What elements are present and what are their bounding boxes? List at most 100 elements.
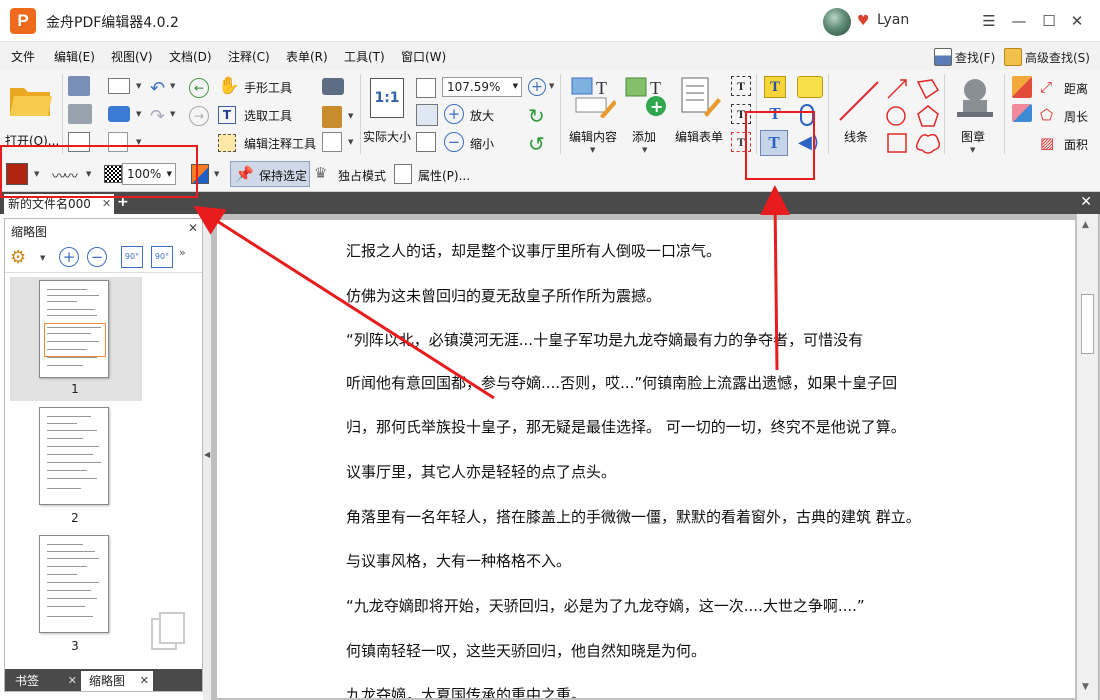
page-thumbnail-3[interactable]	[39, 535, 109, 633]
rotate-right-icon[interactable]: ↻	[528, 104, 545, 128]
actual-size-label: 实际大小	[363, 130, 412, 144]
svg-text:+: +	[650, 97, 663, 116]
panel-close-icon[interactable]: ✕	[188, 221, 198, 235]
paragraph: 与议事风格，大有一种格格不入。	[346, 552, 572, 570]
find-icon	[934, 48, 952, 66]
page-thumbnail-1[interactable]	[39, 280, 109, 378]
zoom-out-icon: −	[444, 132, 464, 152]
menu-window[interactable]: 窗口(W)	[401, 48, 446, 65]
keep-selected-button[interactable]: 📌 保持选定	[230, 161, 310, 187]
bookmarks-tab[interactable]: 书签 ✕	[7, 671, 81, 691]
zoom-combobox[interactable]: 107.59% ▼	[442, 77, 522, 97]
menu-annotation[interactable]: 注释(C)	[228, 48, 270, 65]
gear-icon[interactable]: ⚙	[10, 247, 26, 268]
open-button[interactable]: 打开(O)...	[4, 76, 59, 154]
maximize-button[interactable]: ☐	[1036, 8, 1062, 34]
distance-icon: ⤢	[1040, 78, 1053, 96]
scrollbar-thumb[interactable]	[1081, 294, 1094, 354]
actual-size-button[interactable]: 1:1 实际大小	[363, 76, 414, 154]
edit-form-icon	[681, 77, 721, 117]
edit-form-label: 编辑表单	[675, 130, 724, 144]
email-icon[interactable]	[108, 78, 130, 94]
add-icon: T +	[625, 77, 666, 116]
menu-document[interactable]: 文档(D)	[169, 48, 212, 65]
page-thumbnail-2[interactable]	[39, 407, 109, 505]
close-button[interactable]: ✕	[1064, 8, 1090, 34]
clipboard-icon[interactable]	[322, 106, 342, 128]
lines-label: 线条	[844, 130, 869, 144]
rotate-left-icon[interactable]: ↺	[528, 132, 545, 156]
bookmarks-tab-label: 书签	[15, 674, 40, 688]
zoom-in-small-icon[interactable]: +	[528, 78, 546, 96]
vip-heart-icon: ♥	[857, 13, 870, 29]
username[interactable]: Lyan	[877, 12, 909, 28]
stamp-button[interactable]: 图章 ▼	[948, 76, 1002, 154]
folder-open-icon	[10, 88, 52, 116]
redo-icon[interactable]: ↷	[150, 106, 165, 127]
page-watermark-icon	[151, 612, 185, 650]
scroll-down-icon[interactable]: ▼	[1082, 682, 1089, 692]
zoom-out-label: 缩小	[470, 137, 495, 151]
back-icon[interactable]: ←	[189, 78, 209, 98]
vertical-scrollbar[interactable]: ▲ ▼	[1077, 214, 1098, 700]
edit-form-button[interactable]: 编辑表单	[672, 76, 728, 154]
rotate-counterclockwise-icon[interactable]: 90°	[121, 246, 143, 268]
menu-form[interactable]: 表单(R)	[286, 48, 328, 65]
thumbnail-view-frame[interactable]	[44, 323, 106, 357]
stamp-icon	[957, 79, 993, 117]
find-label: 查找(F)	[955, 50, 996, 65]
menu-edit[interactable]: 编辑(E)	[54, 48, 95, 65]
print-icon[interactable]	[68, 104, 92, 124]
fit-visible-icon[interactable]	[416, 132, 436, 152]
save-icon[interactable]	[68, 76, 90, 96]
pin-icon: 📌	[235, 165, 254, 183]
thumb-zoom-in-icon[interactable]: +	[59, 247, 79, 267]
pencil-icon[interactable]	[1012, 76, 1032, 98]
panel-splitter[interactable]: ◀	[203, 214, 211, 700]
avatar[interactable]	[823, 8, 851, 36]
add-button[interactable]: T + 添加 ▼	[622, 76, 670, 154]
forward-icon[interactable]: →	[189, 106, 209, 126]
scan-icon[interactable]	[108, 106, 130, 122]
menu-tools[interactable]: 工具(T)	[344, 48, 385, 65]
minimize-button[interactable]: —	[1006, 8, 1032, 34]
more-icon[interactable]: »	[179, 246, 186, 259]
shape-tools[interactable]	[884, 76, 948, 158]
perimeter-icon: ⬠	[1040, 106, 1054, 124]
svg-text:T: T	[596, 78, 607, 98]
advanced-find-button[interactable]: 高级查找(S)	[1004, 46, 1090, 68]
fit-width-icon[interactable]	[416, 104, 438, 126]
edit-content-button[interactable]: T 编辑内容 ▼	[566, 76, 620, 154]
settings-icon[interactable]: ☰	[976, 8, 1002, 34]
annotation-box-properties-bar	[0, 145, 198, 198]
typewriter-icon[interactable]: T	[764, 76, 786, 98]
page-icon[interactable]	[322, 132, 342, 152]
find-button[interactable]: 查找(F)	[934, 46, 995, 68]
zoom-value: 107.59%	[447, 80, 501, 94]
menu-view[interactable]: 视图(V)	[111, 48, 153, 65]
panel-bottom-tabs: 书签 ✕ 缩略图 ✕	[5, 669, 202, 691]
thumbnails-tab[interactable]: 缩略图 ✕	[81, 671, 153, 691]
properties-icon	[394, 164, 412, 184]
bookmarks-tab-close-icon[interactable]: ✕	[68, 671, 77, 691]
menu-file[interactable]: 文件	[11, 48, 35, 65]
scroll-up-icon[interactable]: ▲	[1082, 220, 1089, 230]
sticky-note-icon[interactable]	[797, 76, 823, 98]
thumbnails-tab-close-icon[interactable]: ✕	[140, 671, 149, 691]
hand-icon: ✋	[218, 76, 240, 96]
collapse-arrow-icon[interactable]: ◀	[204, 450, 210, 459]
close-document-icon[interactable]: ✕	[1080, 194, 1092, 210]
snapshot-icon[interactable]	[322, 78, 344, 95]
lines-button[interactable]: 线条	[832, 76, 882, 154]
document-page[interactable]: 汇报之人的话，却是整个议事厅里所有人倒吸一口凉气。 仿佛为这未曾回归的夏无敌皇子…	[217, 220, 1075, 698]
fit-page-icon[interactable]	[416, 78, 436, 98]
eraser-icon[interactable]	[1012, 104, 1032, 122]
paragraph: 汇报之人的话，却是整个议事厅里所有人倒吸一口凉气。	[346, 242, 722, 260]
distance-label: 距离	[1064, 82, 1089, 96]
text-field-icon[interactable]: T	[731, 76, 751, 96]
crown-icon: ♛	[314, 164, 328, 182]
rotate-clockwise-icon[interactable]: 90°	[151, 246, 173, 268]
svg-text:T: T	[650, 78, 661, 98]
undo-icon[interactable]: ↶	[150, 78, 165, 99]
thumb-zoom-out-icon[interactable]: −	[87, 247, 107, 267]
